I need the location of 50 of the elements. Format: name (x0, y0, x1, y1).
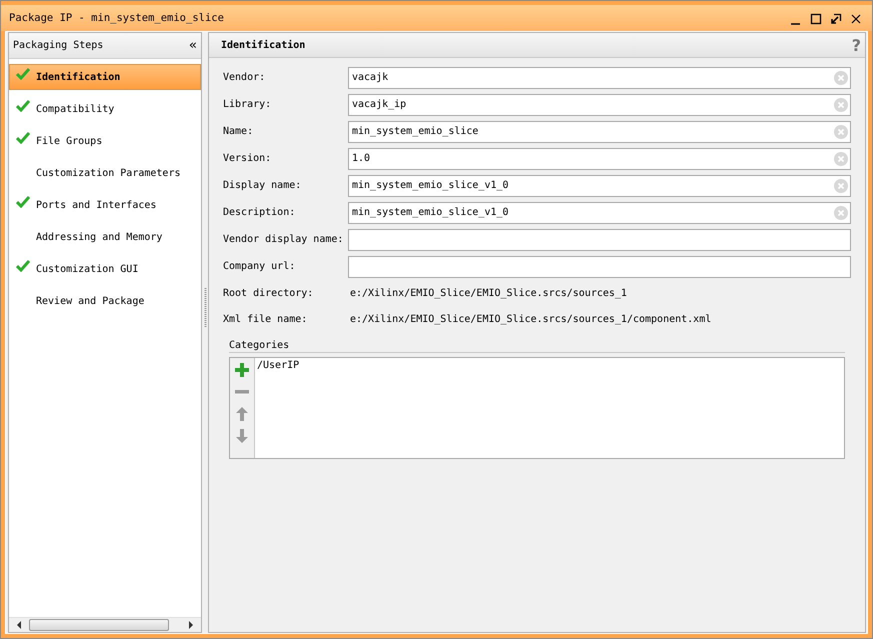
field-label: Vendor display name: (223, 234, 344, 245)
panel-title: Identification (221, 40, 306, 50)
clear-icon[interactable] (834, 178, 848, 192)
add-icon[interactable] (235, 362, 249, 378)
input-field[interactable]: vacajk_ip (348, 94, 851, 116)
field-label: Root directory: (223, 288, 314, 298)
input-field[interactable]: min_system_emio_slice (348, 120, 851, 142)
clear-icon[interactable] (834, 206, 848, 220)
scroll-right-icon[interactable] (187, 621, 195, 629)
field-label: Description: (223, 207, 296, 218)
field-value: e:/Xilinx/EMIO_Slice/EMIO_Slice.srcs/sources_1 (349, 288, 627, 298)
clear-icon[interactable] (834, 152, 848, 166)
scroll-left-icon[interactable] (15, 621, 23, 629)
splitter-grip-icon[interactable] (204, 288, 206, 328)
input-field[interactable]: 1.0 (348, 148, 851, 170)
field-label: Vendor: (223, 72, 266, 83)
field-value: e:/Xilinx/EMIO_Slice/EMIO_Slice.srcs/sources_1/component.xml (349, 314, 712, 324)
field-label: Library: (223, 99, 272, 110)
input-field[interactable]: min_system_emio_slice_v1_0 (348, 202, 851, 224)
undock-icon[interactable] (830, 13, 842, 25)
input-field[interactable]: vacajk (348, 66, 851, 88)
field-label: Version: (223, 153, 272, 164)
category-item[interactable]: /UserIP (257, 360, 300, 371)
step-item[interactable]: Identification (9, 64, 201, 90)
step-item[interactable]: Review and Package (9, 288, 201, 314)
field-label: Company url: (223, 261, 296, 272)
field-label: Display name: (223, 180, 302, 191)
close-icon[interactable] (850, 13, 862, 25)
field-label: Name: (223, 126, 254, 137)
input-field[interactable] (348, 228, 851, 250)
scroll-thumb[interactable] (29, 619, 169, 631)
horizontal-scrollbar[interactable] (9, 617, 201, 632)
step-item[interactable]: Ports and Interfaces (9, 192, 201, 218)
step-item[interactable]: Customization GUI (9, 256, 201, 282)
window-title: Package IP - min_system_emio_slice (9, 12, 224, 24)
clear-icon[interactable] (834, 98, 848, 112)
clear-icon[interactable] (834, 124, 848, 138)
step-item[interactable]: Customization Parameters (9, 160, 201, 186)
clear-icon[interactable] (834, 70, 848, 84)
step-item[interactable]: Addressing and Memory (9, 224, 201, 250)
sidebar-title: Packaging Steps (13, 40, 104, 51)
collapse-button[interactable]: « (189, 39, 197, 52)
help-button[interactable]: ? (852, 36, 861, 54)
step-item[interactable]: File Groups (9, 128, 201, 154)
section-title: Categories (229, 340, 845, 353)
field-label: Xml file name: (223, 314, 308, 324)
maximize-icon[interactable] (810, 13, 822, 25)
input-field[interactable] (348, 256, 851, 278)
input-field[interactable]: min_system_emio_slice_v1_0 (348, 174, 851, 196)
step-item[interactable]: Compatibility (9, 96, 201, 122)
